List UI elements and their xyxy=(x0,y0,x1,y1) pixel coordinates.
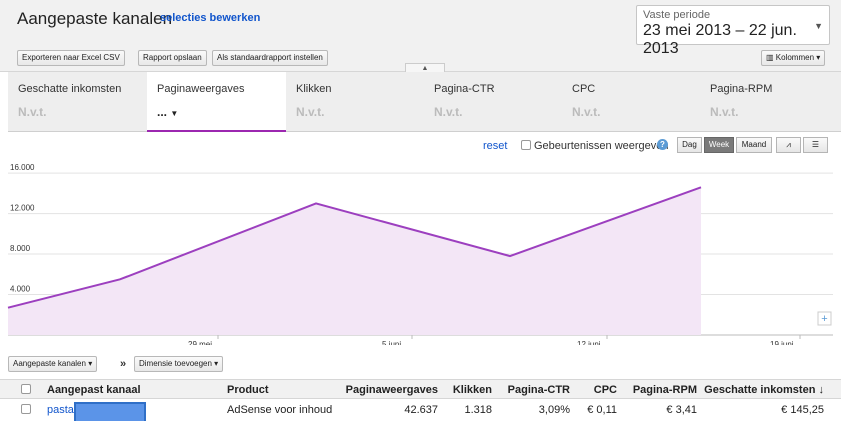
double-chevron-icon: » xyxy=(120,358,127,370)
primary-dimension-select[interactable]: Aangepaste kanalen ▾ xyxy=(8,356,98,372)
events-checkbox[interactable] xyxy=(521,140,531,150)
svg-text:+: + xyxy=(821,313,827,325)
chart-x-axis: 29 mei 5 juni 12 juni 19 juni xyxy=(188,335,801,345)
revenue-cell: € 145,25 xyxy=(781,404,824,416)
column-header-cpc[interactable]: CPC xyxy=(594,384,617,396)
y-tick-label: 16.000 xyxy=(10,163,35,172)
page-title: Aangepaste kanalen xyxy=(17,9,173,28)
line-chart-toggle[interactable]: ⩘ xyxy=(776,137,801,153)
metric-label: Geschatte inkomsten xyxy=(18,83,122,95)
add-annotation-button[interactable]: + xyxy=(817,311,832,326)
chevron-down-icon: ▾ xyxy=(214,359,219,368)
columns-icon: ▥ xyxy=(766,53,776,62)
ctr-cell: 3,09% xyxy=(538,404,570,416)
metric-value: N.v.t. xyxy=(296,105,325,119)
redaction-box xyxy=(74,402,146,421)
report-header: Aangepaste kanalen selecties bewerken Va… xyxy=(0,0,841,73)
pageviews-chart: 29 mei 5 juni 12 juni 19 juni 4.000 8.000 12.… xyxy=(7,163,833,345)
metric-tab-revenue[interactable]: Geschatte inkomsten N.v.t. xyxy=(8,72,147,132)
column-header-product[interactable]: Product xyxy=(227,384,269,396)
metric-tab-pageviews[interactable]: Paginaweergaves ... ▼ xyxy=(147,72,286,132)
metric-label: Paginaweergaves xyxy=(157,83,245,95)
chart-y-axis: 4.000 8.000 12.000 16.000 xyxy=(10,163,35,293)
granularity-week-button[interactable]: Week xyxy=(704,137,734,153)
column-header-pageviews[interactable]: Paginaweergaves xyxy=(346,384,438,396)
chart-area xyxy=(7,186,702,335)
metric-tab-rpm[interactable]: Pagina-RPM N.v.t. xyxy=(700,72,841,132)
bar-chart-toggle[interactable]: ☰ xyxy=(803,137,828,153)
series-area xyxy=(8,187,701,335)
dimension-bar: Aangepaste kanalen ▾ » Dimensie toevoege… xyxy=(0,349,841,379)
columns-label: Kolommen xyxy=(775,53,815,62)
metric-value: ... ▼ xyxy=(157,105,179,119)
y-tick-label: 12.000 xyxy=(10,204,35,213)
metric-tab-clicks[interactable]: Klikken N.v.t. xyxy=(286,72,425,132)
metric-label: CPC xyxy=(572,83,596,95)
metric-label: Klikken xyxy=(296,83,332,95)
period-label: Vaste periode xyxy=(643,9,711,21)
edit-selection-link[interactable]: selecties bewerken xyxy=(160,12,260,24)
add-dimension-select[interactable]: Dimensie toevoegen ▾ xyxy=(134,356,224,372)
rpm-cell: € 3,41 xyxy=(666,404,697,416)
date-range-picker[interactable]: Vaste periode 23 mei 2013 – 22 jun. 2013… xyxy=(636,5,830,57)
pageviews-cell: 42.637 xyxy=(404,404,438,416)
metric-label: Pagina-CTR xyxy=(434,83,495,95)
column-header-revenue[interactable]: Geschatte inkomsten ↓ xyxy=(704,384,824,396)
columns-button[interactable]: ▥ Kolommen ▾ xyxy=(761,50,826,66)
table-header-row: Aangepast kanaal Product Paginaweergaves… xyxy=(0,379,841,399)
metric-tab-cpc[interactable]: CPC N.v.t. xyxy=(562,72,701,132)
x-tick-label: 29 mei xyxy=(188,340,212,345)
chevron-down-icon: ▾ xyxy=(814,53,821,62)
metric-value: N.v.t. xyxy=(710,105,739,119)
save-report-button[interactable]: Rapport opslaan xyxy=(138,50,207,66)
x-tick-label: 5 juni xyxy=(382,340,401,345)
column-header-rpm[interactable]: Pagina-RPM xyxy=(633,384,697,396)
clicks-cell: 1.318 xyxy=(464,404,492,416)
chevron-down-icon: ▼ xyxy=(170,109,179,118)
chevron-down-icon: ▾ xyxy=(88,359,93,368)
metric-tab-ctr[interactable]: Pagina-CTR N.v.t. xyxy=(424,72,563,132)
line-chart-icon: ⩘ xyxy=(786,140,791,149)
chevron-down-icon: ▼ xyxy=(814,21,823,31)
bar-chart-icon: ☰ xyxy=(811,140,820,149)
events-label: Gebeurtenissen weergeven xyxy=(534,140,669,152)
select-all-checkbox[interactable] xyxy=(21,384,31,394)
y-tick-label: 8.000 xyxy=(10,244,31,253)
metric-label: Pagina-RPM xyxy=(710,83,773,95)
reset-link[interactable]: reset xyxy=(483,140,507,152)
metric-value: N.v.t. xyxy=(434,105,463,119)
column-header-clicks[interactable]: Klikken xyxy=(453,384,492,396)
x-tick-label: 12 juni xyxy=(577,340,601,345)
export-csv-button[interactable]: Exporteren naar Excel CSV xyxy=(17,50,125,66)
row-checkbox[interactable] xyxy=(21,404,31,414)
granularity-month-button[interactable]: Maand xyxy=(736,137,772,153)
granularity-day-button[interactable]: Dag xyxy=(677,137,702,153)
cpc-cell: € 0,11 xyxy=(587,404,617,416)
x-tick-label: 19 juni xyxy=(770,340,794,345)
metric-value: N.v.t. xyxy=(572,105,601,119)
column-header-channel[interactable]: Aangepast kanaal xyxy=(47,384,141,396)
set-default-report-button[interactable]: Als standaardrapport instellen xyxy=(212,50,328,66)
metric-value: N.v.t. xyxy=(18,105,47,119)
chevron-up-icon: ▲ xyxy=(421,65,429,72)
metric-tabs: Geschatte inkomsten N.v.t. Paginaweergav… xyxy=(8,72,841,132)
y-tick-label: 4.000 xyxy=(10,285,31,294)
help-icon[interactable]: ? xyxy=(657,139,668,150)
column-header-ctr[interactable]: Pagina-CTR xyxy=(508,384,570,396)
product-cell: AdSense voor inhoud xyxy=(227,404,333,416)
channel-link[interactable]: pasta xyxy=(47,404,74,416)
